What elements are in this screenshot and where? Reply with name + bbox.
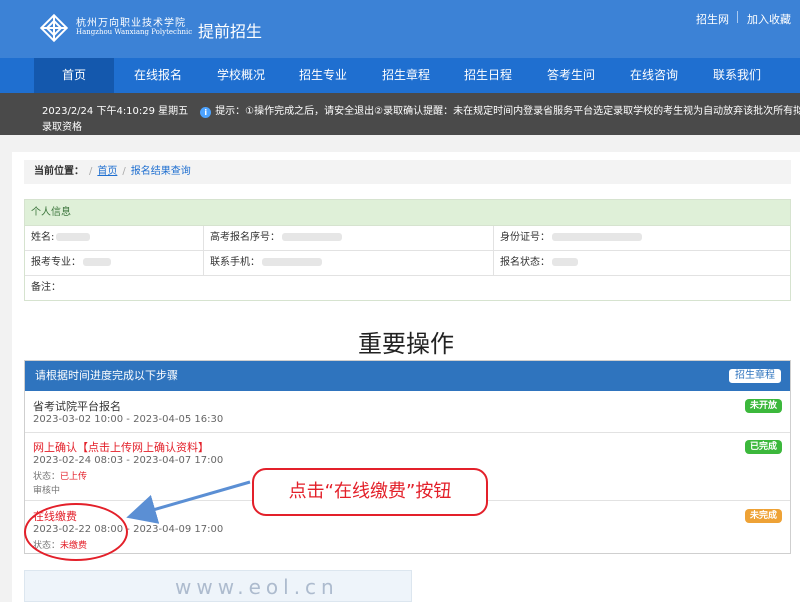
- reg-status-label: 报名状态：: [500, 257, 550, 268]
- exam-no-label: 高考报名序号：: [210, 232, 280, 243]
- name-label: 姓名:: [31, 232, 55, 243]
- nav-item-regulations[interactable]: 招生章程: [366, 58, 446, 93]
- personal-info-title: 个人信息: [25, 200, 790, 226]
- operations-title: 重要操作: [358, 330, 454, 358]
- notice-line-1: 2023/2/24 下午4:10:29 星期五 i 提示：①操作完成之后，请安全退出…: [42, 102, 800, 118]
- redacted-value: [56, 233, 91, 241]
- step-item: 省考试院平台报名 2023-03-02 10:00 - 2023-04-05 1…: [25, 391, 790, 433]
- school-name-en: Hangzhou Wanxiang Polytechnic: [76, 28, 193, 36]
- notice-line-2: 录取资格: [42, 122, 82, 133]
- nav-item-majors[interactable]: 招生专业: [283, 58, 363, 93]
- school-name-cn: 杭州万向职业技术学院: [76, 18, 186, 29]
- school-logo-icon: [39, 13, 69, 43]
- breadcrumb-separator: /: [122, 166, 126, 177]
- breadcrumb-home-link[interactable]: 首页: [97, 166, 117, 177]
- watermark: www.eol.cn: [175, 575, 339, 599]
- breadcrumb-label: 当前位置：: [34, 166, 84, 177]
- step-date: 2023-02-24 08:03 - 2023-04-07 17:00: [33, 455, 224, 466]
- notice-bar: 2023/2/24 下午4:10:29 星期五 i 提示：①操作完成之后，请安全退出…: [0, 93, 800, 135]
- breadcrumb: 当前位置： / 首页 / 报名结果查询: [24, 160, 791, 184]
- steps-header: 请根据时间进度完成以下步骤 招生章程: [25, 361, 790, 391]
- breadcrumb-current: 报名结果查询: [130, 166, 191, 177]
- nav-item-about[interactable]: 学校概况: [201, 58, 281, 93]
- redacted-value: [282, 233, 342, 241]
- main-nav: 首页 在线报名 学校概况 招生专业 招生章程 招生日程 答考生问 在线咨询 联系…: [0, 58, 800, 93]
- personal-info-panel: 个人信息 姓名: 高考报名序号： 身份证号： 报考专业： 联系手机： 报名状态：…: [24, 199, 791, 301]
- nav-item-schedule[interactable]: 招生日程: [448, 58, 528, 93]
- id-cell: 身份证号：: [493, 226, 792, 250]
- highlight-ellipse: [24, 503, 128, 561]
- step-title: 省考试院平台报名: [33, 400, 121, 413]
- remark-label: 备注：: [31, 282, 61, 293]
- header-divider: [737, 11, 738, 23]
- remark-cell: 备注：: [25, 276, 325, 300]
- phone-cell: 联系手机：: [203, 251, 493, 275]
- site-title: 提前招生: [198, 22, 263, 41]
- add-favorite-link[interactable]: 加入收藏: [747, 11, 791, 27]
- info-icon: i: [200, 107, 212, 118]
- regulations-button[interactable]: 招生章程: [728, 368, 782, 384]
- review-status: 审核中: [33, 486, 61, 496]
- name-cell: 姓名:: [25, 226, 203, 250]
- status-cell: 报名状态：: [493, 251, 792, 275]
- admissions-site-link[interactable]: 招生网: [696, 11, 729, 27]
- nav-item-apply[interactable]: 在线报名: [118, 58, 198, 93]
- instruction-callout: 点击“在线缴费”按钮: [252, 468, 488, 516]
- nav-item-qa[interactable]: 答考生问: [531, 58, 611, 93]
- step-status-label: 状态：: [33, 472, 61, 482]
- major-label: 报考专业：: [31, 257, 81, 268]
- redacted-value: [262, 258, 322, 266]
- nav-item-consult[interactable]: 在线咨询: [614, 58, 694, 93]
- info-row: 报考专业： 联系手机： 报名状态：: [25, 251, 790, 276]
- step-status-value: 已上传: [60, 472, 88, 482]
- breadcrumb-separator: /: [89, 166, 93, 177]
- step-date: 2023-03-02 10:00 - 2023-04-05 16:30: [33, 414, 224, 425]
- nav-item-home[interactable]: 首页: [34, 58, 114, 93]
- exam-no-cell: 高考报名序号：: [203, 226, 493, 250]
- status-badge: 已完成: [744, 440, 782, 454]
- phone-label: 联系手机：: [210, 257, 260, 268]
- main-content: 当前位置： / 首页 / 报名结果查询 个人信息 姓名: 高考报名序号： 身份证号： 报…: [12, 152, 800, 602]
- upload-confirm-link[interactable]: 网上确认【点击上传网上确认资料】: [33, 439, 209, 455]
- nav-item-contact[interactable]: 联系我们: [697, 58, 777, 93]
- info-row: 备注：: [25, 276, 790, 301]
- major-cell: 报考专业：: [25, 251, 203, 275]
- redacted-value: [83, 258, 111, 266]
- redacted-value: [552, 258, 578, 266]
- steps-header-text: 请根据时间进度完成以下步骤: [35, 369, 178, 382]
- steps-panel: 请根据时间进度完成以下步骤 招生章程 省考试院平台报名 2023-03-02 1…: [24, 360, 791, 554]
- redacted-value: [552, 233, 642, 241]
- step-status: 状态：已上传: [33, 469, 87, 482]
- info-row: 姓名: 高考报名序号： 身份证号：: [25, 226, 790, 251]
- current-datetime: 2023/2/24 下午4:10:29 星期五: [42, 106, 189, 117]
- status-badge: 未开放: [744, 399, 782, 413]
- status-badge: 未完成: [744, 509, 782, 523]
- site-header: 杭州万向职业技术学院 Hangzhou Wanxiang Polytechnic…: [0, 0, 800, 58]
- id-label: 身份证号：: [500, 232, 550, 243]
- notice-text: 提示：①操作完成之后，请安全退出②录取确认提醒：未在规定时间内登录省服务平台选定…: [215, 106, 800, 117]
